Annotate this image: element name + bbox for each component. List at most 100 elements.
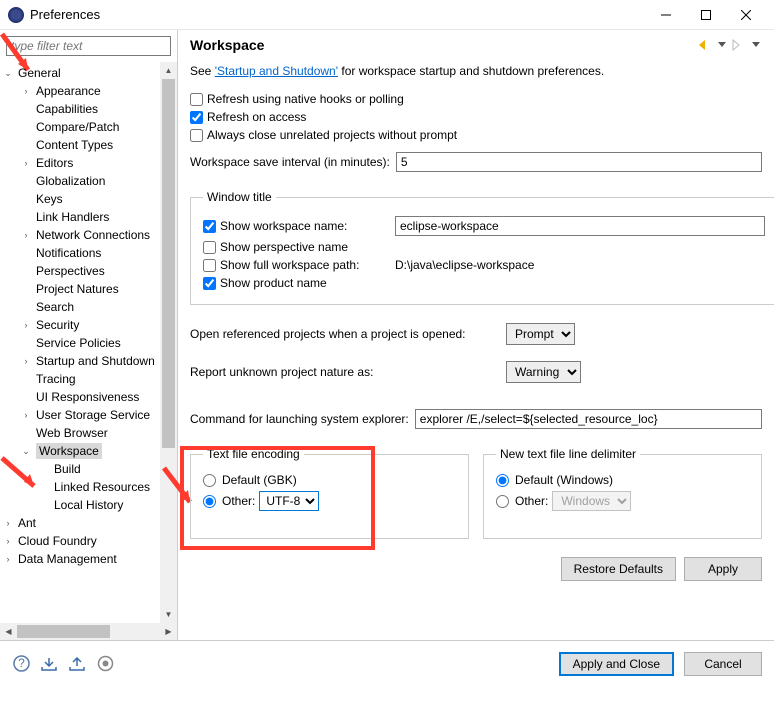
expand-icon[interactable]: › [20, 82, 32, 100]
tree-item[interactable]: Notifications [0, 244, 160, 262]
show-perspective-checkbox[interactable] [203, 241, 216, 254]
tree-item[interactable]: › Ant [0, 514, 160, 532]
tree-item[interactable]: Compare/Patch [0, 118, 160, 136]
delimiter-legend: New text file line delimiter [496, 447, 640, 461]
tree-item[interactable]: ›Startup and Shutdown [0, 352, 160, 370]
maximize-button[interactable] [686, 0, 726, 30]
sysexplorer-input[interactable] [415, 409, 762, 429]
tree-item[interactable]: Perspectives [0, 262, 160, 280]
tree-item[interactable]: Linked Resources [0, 478, 160, 496]
show-product-label: Show product name [220, 276, 327, 290]
tree-item[interactable]: Build [0, 460, 160, 478]
encoding-default-radio[interactable] [203, 474, 216, 487]
tree-item[interactable]: Search [0, 298, 160, 316]
startup-shutdown-link[interactable]: 'Startup and Shutdown' [215, 64, 338, 78]
refresh-access-checkbox[interactable] [190, 111, 203, 124]
tree-item[interactable]: Tracing [0, 370, 160, 388]
apply-button[interactable]: Apply [684, 557, 762, 581]
tree-item[interactable]: ›Appearance [0, 82, 160, 100]
delimiter-other-label: Other: [515, 494, 548, 508]
expand-icon[interactable]: › [20, 316, 32, 334]
show-ws-name-checkbox[interactable] [203, 220, 216, 233]
tree-item[interactable]: Globalization [0, 172, 160, 190]
nav-back-menu[interactable] [716, 40, 728, 50]
restore-defaults-button[interactable]: Restore Defaults [561, 557, 676, 581]
tree-item[interactable]: ⌄Workspace [0, 442, 160, 460]
show-full-path-checkbox[interactable] [203, 259, 216, 272]
expand-icon[interactable]: › [2, 514, 14, 532]
close-unrelated-label: Always close unrelated projects without … [207, 128, 457, 142]
tree-item[interactable]: UI Responsiveness [0, 388, 160, 406]
tree-item[interactable]: ›Editors [0, 154, 160, 172]
tree-item[interactable]: Service Policies [0, 334, 160, 352]
expand-icon[interactable]: › [20, 226, 32, 244]
expand-icon[interactable]: › [20, 406, 32, 424]
import-icon[interactable] [40, 655, 58, 673]
minimize-button[interactable] [646, 0, 686, 30]
tree-item[interactable]: ⌄General [0, 64, 160, 82]
intro-text: See 'Startup and Shutdown' for workspace… [190, 64, 762, 78]
refresh-native-checkbox[interactable] [190, 93, 203, 106]
tree-item[interactable]: ›User Storage Service [0, 406, 160, 424]
svg-text:?: ? [18, 656, 25, 670]
sidebar: ⌄General›Appearance Capabilities Compare/P… [0, 30, 178, 640]
close-button[interactable] [726, 0, 766, 30]
tree-item[interactable]: Content Types [0, 136, 160, 154]
tree-item-label: Cloud Foundry [18, 534, 97, 548]
nav-fwd-menu[interactable] [750, 40, 762, 50]
tree-item[interactable]: Link Handlers [0, 208, 160, 226]
tree-item[interactable]: ›Network Connections [0, 226, 160, 244]
show-ws-name-label: Show workspace name: [220, 219, 395, 233]
ws-name-input[interactable] [395, 216, 765, 236]
nav-back-button[interactable] [696, 37, 714, 53]
collapse-icon[interactable]: ⌄ [2, 64, 14, 82]
encoding-other-radio[interactable] [203, 495, 216, 508]
tree-item-label: Content Types [36, 138, 113, 152]
show-product-checkbox[interactable] [203, 277, 216, 290]
tree-item[interactable]: Web Browser [0, 424, 160, 442]
tree-item-label: Data Management [18, 552, 117, 566]
apply-close-button[interactable]: Apply and Close [559, 652, 674, 676]
tree-item-label: UI Responsiveness [36, 390, 139, 404]
tree-item-label: Web Browser [36, 426, 108, 440]
close-unrelated-checkbox[interactable] [190, 129, 203, 142]
export-icon[interactable] [68, 655, 86, 673]
app-icon [8, 7, 24, 23]
expand-icon[interactable]: › [20, 154, 32, 172]
horizontal-scrollbar[interactable]: ◀ ▶ [0, 623, 177, 640]
expand-icon[interactable]: › [2, 550, 14, 568]
tree-item[interactable]: Local History [0, 496, 160, 514]
tree-item-label: Search [36, 300, 74, 314]
tree-item-label: Local History [54, 498, 123, 512]
tree-item-label: Ant [18, 516, 36, 530]
delimiter-other-select[interactable]: Windows [552, 491, 631, 511]
delimiter-default-radio[interactable] [496, 474, 509, 487]
tree-item[interactable]: Capabilities [0, 100, 160, 118]
open-ref-select[interactable]: Prompt [506, 323, 575, 345]
collapse-icon[interactable]: ⌄ [20, 442, 32, 460]
expand-icon[interactable]: › [20, 352, 32, 370]
preference-tree[interactable]: ⌄General›Appearance Capabilities Compare/P… [0, 62, 160, 623]
encoding-legend: Text file encoding [203, 447, 304, 461]
delimiter-other-radio[interactable] [496, 495, 509, 508]
expand-icon[interactable]: › [2, 532, 14, 550]
encoding-other-select[interactable]: UTF-8 [259, 491, 319, 511]
nav-fwd-button[interactable] [730, 37, 748, 53]
window-title: Preferences [30, 7, 646, 22]
tree-item[interactable]: Project Natures [0, 280, 160, 298]
show-perspective-label: Show perspective name [220, 240, 348, 254]
tree-item-label: Perspectives [36, 264, 105, 278]
tree-item[interactable]: Keys [0, 190, 160, 208]
tree-item[interactable]: › Data Management [0, 550, 160, 568]
tree-item[interactable]: › Cloud Foundry [0, 532, 160, 550]
cancel-button[interactable]: Cancel [684, 652, 762, 676]
save-interval-input[interactable] [396, 152, 762, 172]
help-icon[interactable]: ? [12, 655, 30, 673]
filter-input[interactable] [6, 36, 171, 56]
tree-item-label: Capabilities [36, 102, 98, 116]
report-unknown-select[interactable]: Warning [506, 361, 581, 383]
delimiter-default-label: Default (Windows) [515, 473, 613, 487]
oomph-icon[interactable] [96, 655, 114, 673]
tree-item[interactable]: ›Security [0, 316, 160, 334]
vertical-scrollbar[interactable]: ▲ ▼ [160, 62, 177, 623]
